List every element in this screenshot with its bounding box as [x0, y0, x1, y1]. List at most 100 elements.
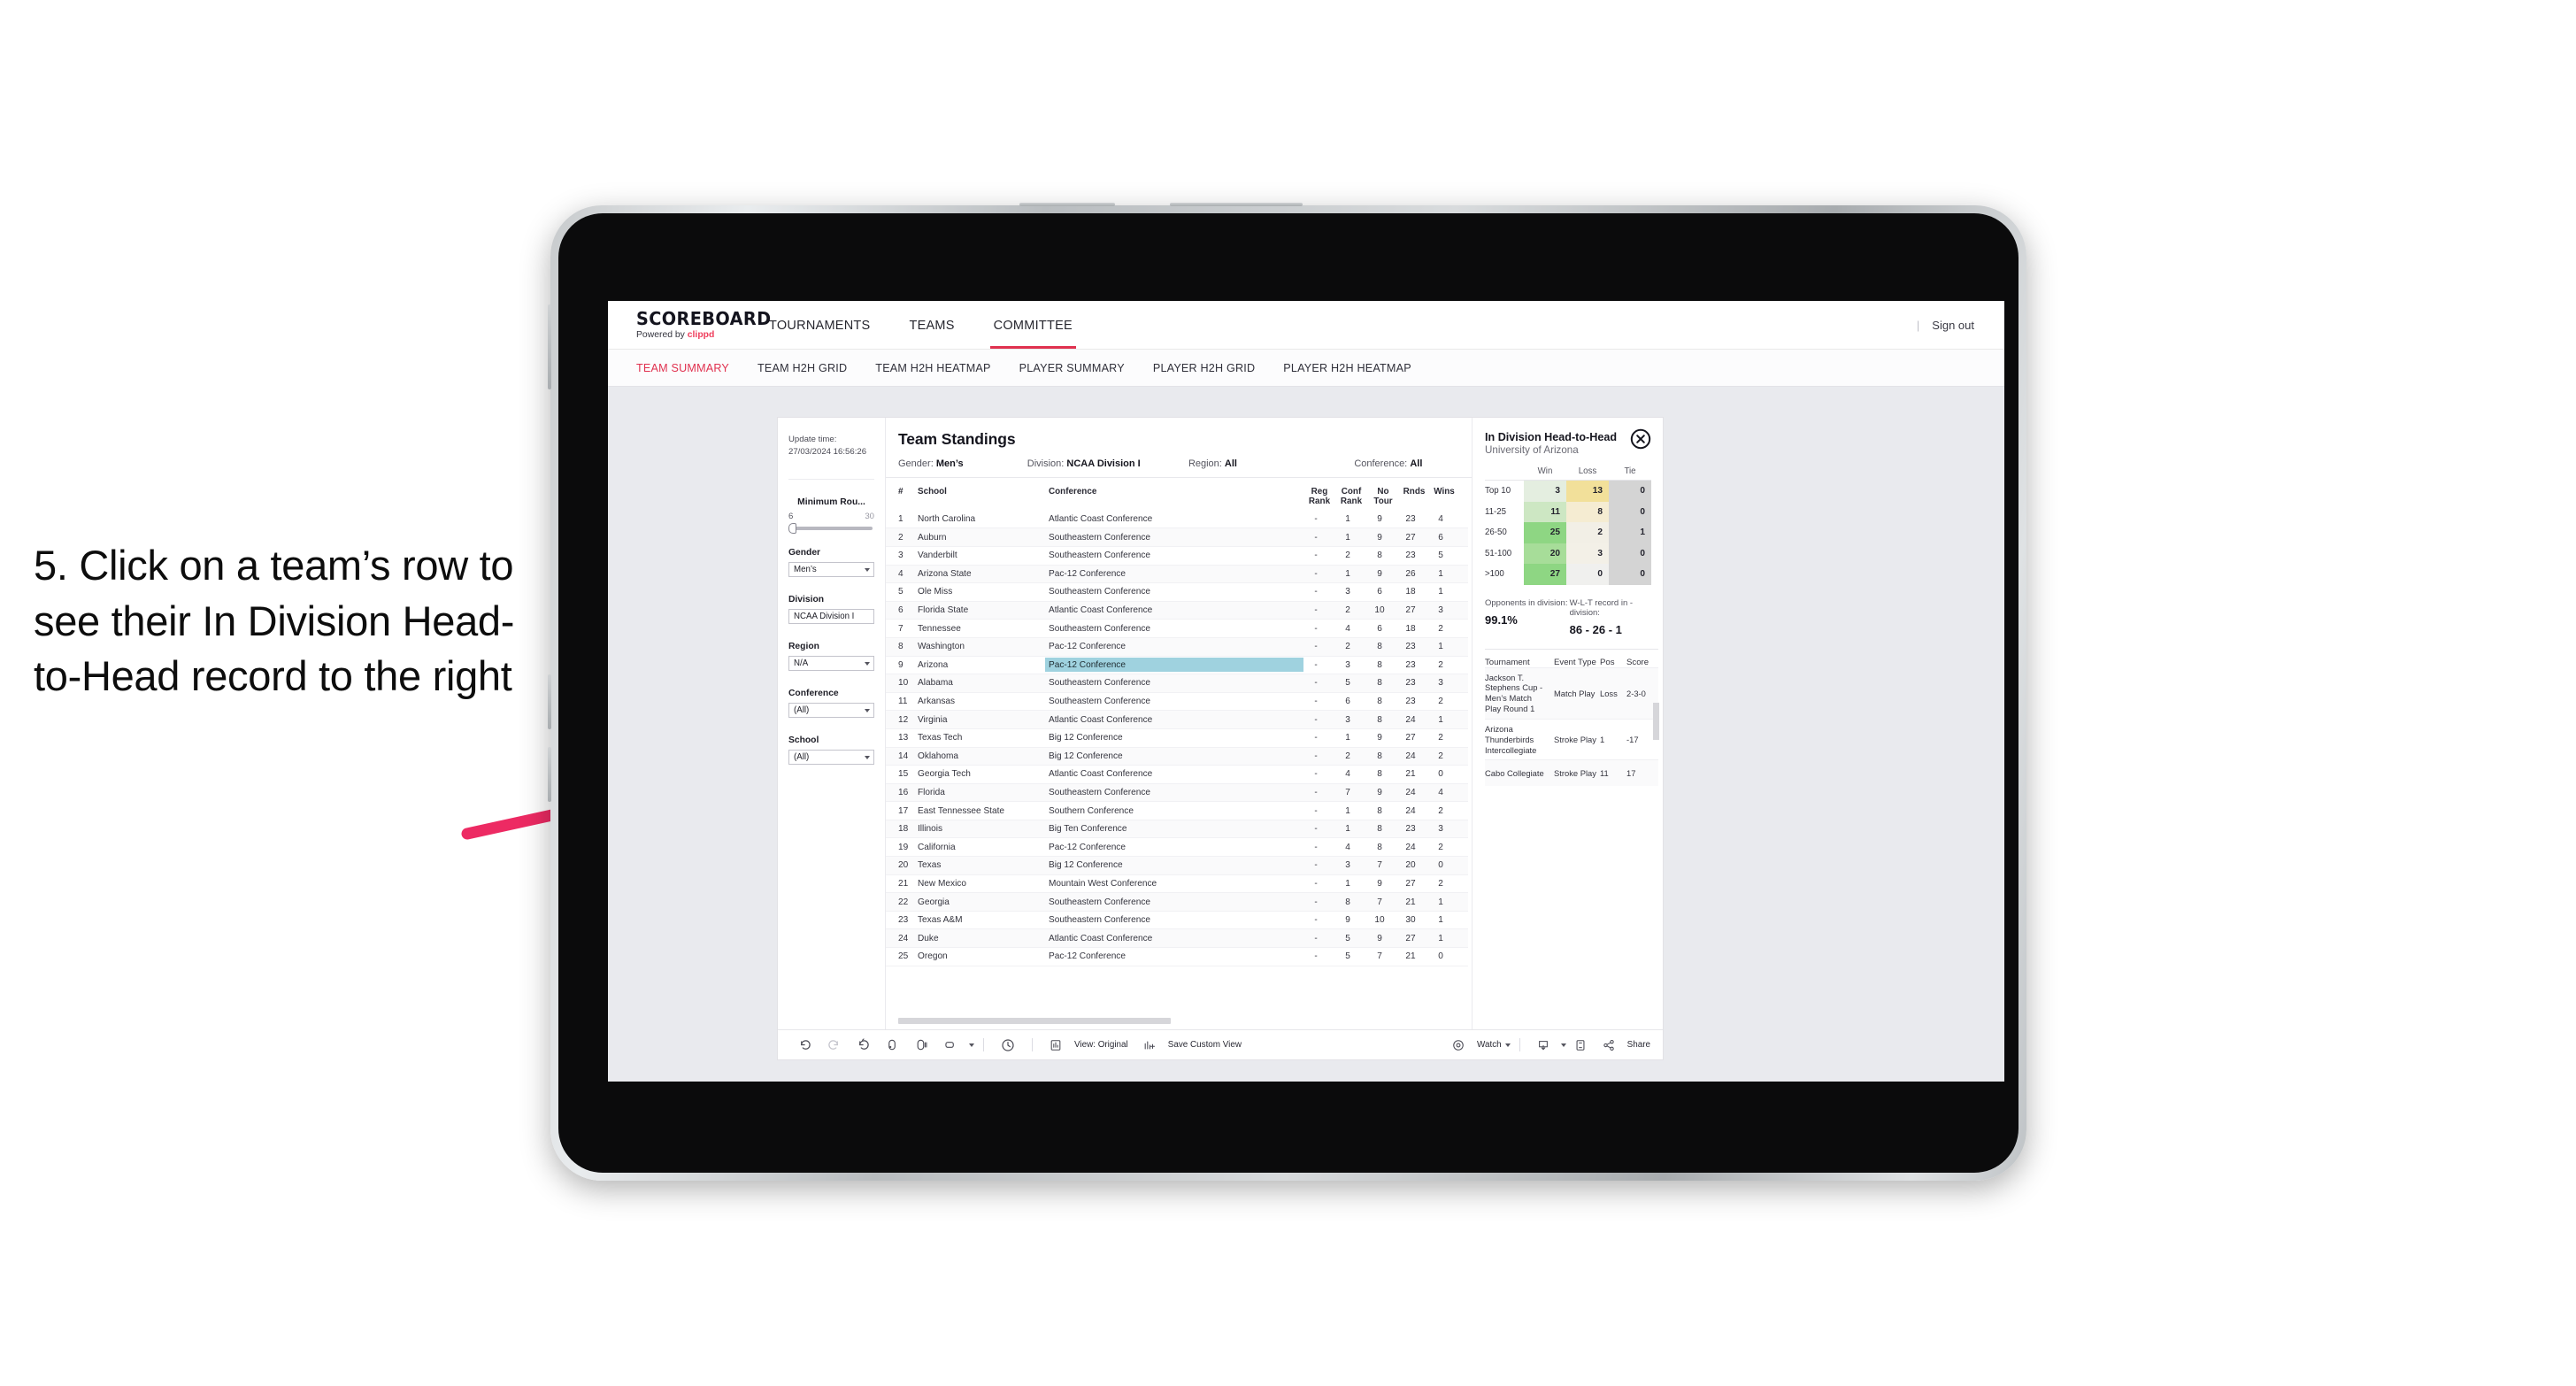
cell-conference: Pac-12 Conference	[1049, 642, 1126, 652]
nav-item-tournaments[interactable]: TOURNAMENTS	[750, 301, 889, 349]
tournament-row[interactable]: Arizona Thunderbirds Intercollegiate Stro…	[1485, 718, 1658, 760]
conference-select[interactable]: (All)	[788, 703, 874, 719]
cell-event-type: Stroke Play	[1554, 735, 1596, 745]
col-rnds[interactable]: Rnds	[1399, 487, 1429, 507]
undo-icon[interactable]	[798, 1038, 811, 1051]
col-wins[interactable]: Wins	[1429, 487, 1459, 507]
cell-reg-rank: -	[1314, 714, 1318, 725]
cell-conference: Atlantic Coast Conference	[1049, 714, 1153, 725]
fullscreen-icon[interactable]	[1574, 1039, 1587, 1051]
slider-handle[interactable]	[788, 523, 796, 535]
table-row[interactable]: 20 Texas Big 12 Conference - 3 7 20 0	[886, 857, 1468, 875]
matrix-cell-win: 20	[1524, 543, 1566, 564]
table-row[interactable]: 2 Auburn Southeastern Conference - 1 9 27 6	[886, 528, 1468, 547]
cell-reg-rank: -	[1314, 697, 1318, 707]
pause-auto-update-icon[interactable]	[915, 1038, 928, 1051]
watch-button[interactable]: Watch	[1444, 1039, 1511, 1051]
vertical-scrollbar[interactable]	[1653, 703, 1659, 740]
region-select[interactable]: N/A	[788, 656, 874, 672]
volume-up-button[interactable]	[548, 674, 551, 729]
cell-conf-rank: 1	[1345, 805, 1350, 816]
table-row[interactable]: 14 Oklahoma Big 12 Conference - 2 8 24 2	[886, 747, 1468, 766]
cell-rnds: 23	[1405, 678, 1416, 689]
table-row[interactable]: 21 New Mexico Mountain West Conference - 1 9 2…	[886, 875, 1468, 894]
refresh-icon[interactable]	[886, 1038, 899, 1051]
brand-logo[interactable]: SCOREBOARD Powered by clippd	[636, 310, 771, 340]
tab-player-h2h-heatmap[interactable]: PLAYER H2H HEATMAP	[1283, 362, 1411, 374]
share-button[interactable]: Share	[1595, 1039, 1650, 1051]
tab-player-summary[interactable]: PLAYER SUMMARY	[1019, 362, 1125, 374]
table-row[interactable]: 6 Florida State Atlantic Coast Conference -…	[886, 601, 1468, 620]
volume-down-button[interactable]	[548, 747, 551, 802]
signout-link[interactable]: Sign out	[1932, 319, 1974, 332]
revert-icon[interactable]	[857, 1038, 870, 1051]
horizontal-scrollbar[interactable]	[898, 1018, 1472, 1024]
table-row[interactable]: 18 Illinois Big Ten Conference -1 8 23 3	[886, 820, 1468, 839]
power-button[interactable]	[548, 304, 551, 389]
alerts-icon[interactable]	[1001, 1038, 1015, 1052]
cell-rank: 8	[898, 642, 904, 652]
cell-rnds: 18	[1405, 587, 1416, 597]
cell-rnds: 21	[1405, 769, 1416, 780]
matrix-col-tie: Tie	[1624, 466, 1636, 476]
col-no-tour[interactable]: No Tour	[1367, 487, 1399, 507]
col-rank[interactable]: #	[898, 487, 918, 507]
school-select[interactable]: (All)	[788, 750, 874, 766]
close-circle-icon[interactable]	[1630, 428, 1651, 450]
tab-player-h2h-grid[interactable]: PLAYER H2H GRID	[1153, 362, 1255, 374]
table-row[interactable]: 22 Georgia Southeastern Conference - 8 7 21 1	[886, 893, 1468, 912]
nav-item-committee[interactable]: COMMITTEE	[974, 301, 1092, 349]
tab-team-h2h-heatmap[interactable]: TEAM H2H HEATMAP	[875, 362, 990, 374]
nav-item-teams[interactable]: TEAMS	[889, 301, 973, 349]
table-row[interactable]: 8 Washington Pac-12 Conference - 2 8 23 1	[886, 637, 1468, 657]
tournament-row[interactable]: Cabo Collegiate Stroke Play 11 17	[1485, 759, 1658, 787]
table-row[interactable]: 19 California Pac-12 Conference - 4 8 24 2	[886, 838, 1468, 858]
school-label: School	[788, 735, 819, 746]
tab-team-summary[interactable]: TEAM SUMMARY	[636, 362, 729, 374]
tournament-row[interactable]: Jackson T. Stephens Cup - Men’s Match Pl…	[1485, 666, 1658, 719]
table-row[interactable]: 16 Florida Southeastern Conference - 7 9 24 4	[886, 783, 1468, 803]
download-button[interactable]	[1529, 1039, 1566, 1051]
col-conference[interactable]: Conference	[1049, 487, 1303, 507]
standings-rows[interactable]: 1 North Carolina Atlantic Coast Conference…	[886, 511, 1472, 1029]
table-row[interactable]: 24 Duke Atlantic Coast Conference - 5 9 27 1	[886, 929, 1468, 949]
cell-rank: 19	[898, 842, 909, 852]
cell-wins: 1	[1438, 933, 1443, 943]
col-reg-rank[interactable]: Reg Rank	[1303, 487, 1335, 507]
save-custom-view-button[interactable]: Save Custom View	[1135, 1039, 1242, 1051]
view-options-icon[interactable]	[936, 1039, 974, 1051]
division-select[interactable]: NCAA Division I	[788, 609, 874, 625]
cell-conf-rank: 2	[1345, 642, 1350, 652]
table-row[interactable]: 23 Texas A&M Southeastern Conference - 9 10 30…	[886, 912, 1468, 930]
table-row[interactable]: 9 Arizona Pac-12 Conference - 3 8 23 2	[886, 657, 1468, 675]
cell-rnds: 18	[1405, 623, 1416, 634]
table-row[interactable]: 3 Vanderbilt Southeastern Conference - 2 8 23 5	[886, 547, 1468, 566]
col-school[interactable]: School	[918, 487, 1049, 507]
table-row[interactable]: 11 Arkansas Southeastern Conference - 6 8 23 2	[886, 693, 1468, 712]
table-row[interactable]: 13 Texas Tech Big 12 Conference - 1 9 27 2	[886, 729, 1468, 748]
table-row[interactable]: 17 East Tennessee State Southern Conferenc…	[886, 802, 1468, 820]
table-row[interactable]: 25 Oregon Pac-12 Conference - 5 7 21 0	[886, 948, 1468, 966]
table-row[interactable]: 15 Georgia Tech Atlantic Coast Conference -…	[886, 766, 1468, 784]
cell-no-tour: 9	[1377, 933, 1382, 943]
minimum-rounds-slider[interactable]	[788, 523, 873, 535]
cell-rank: 15	[898, 769, 909, 780]
cell-wins: 2	[1438, 842, 1443, 852]
cell-school: Alabama	[918, 678, 953, 689]
cell-school: New Mexico	[918, 878, 966, 889]
table-row[interactable]: 10 Alabama Southeastern Conference - 5 8 23 3	[886, 674, 1468, 693]
col-conf-rank[interactable]: Conf Rank	[1335, 487, 1367, 507]
table-row[interactable]: 5 Ole Miss Southeastern Conference - 3 6 18 1	[886, 583, 1468, 602]
table-row[interactable]: 7 Tennessee Southeastern Conference - 4 6 18 2	[886, 620, 1468, 638]
redo-icon[interactable]	[827, 1038, 841, 1051]
view-original-button[interactable]: View: Original	[1042, 1039, 1128, 1051]
cell-rnds: 23	[1405, 697, 1416, 707]
cell-conference: Southeastern Conference	[1049, 897, 1151, 907]
cell-conference: Mountain West Conference	[1049, 878, 1157, 889]
table-row[interactable]: 1 North Carolina Atlantic Coast Conference…	[886, 511, 1468, 529]
table-row[interactable]: 4 Arizona State Pac-12 Conference - 1 9 26 1	[886, 565, 1468, 584]
gender-select[interactable]: Men’s	[788, 562, 874, 578]
tab-team-h2h-grid[interactable]: TEAM H2H GRID	[757, 362, 847, 374]
scrollbar-thumb[interactable]	[898, 1018, 1171, 1024]
table-row[interactable]: 12 Virginia Atlantic Coast Conference - 3 8 24…	[886, 711, 1468, 729]
